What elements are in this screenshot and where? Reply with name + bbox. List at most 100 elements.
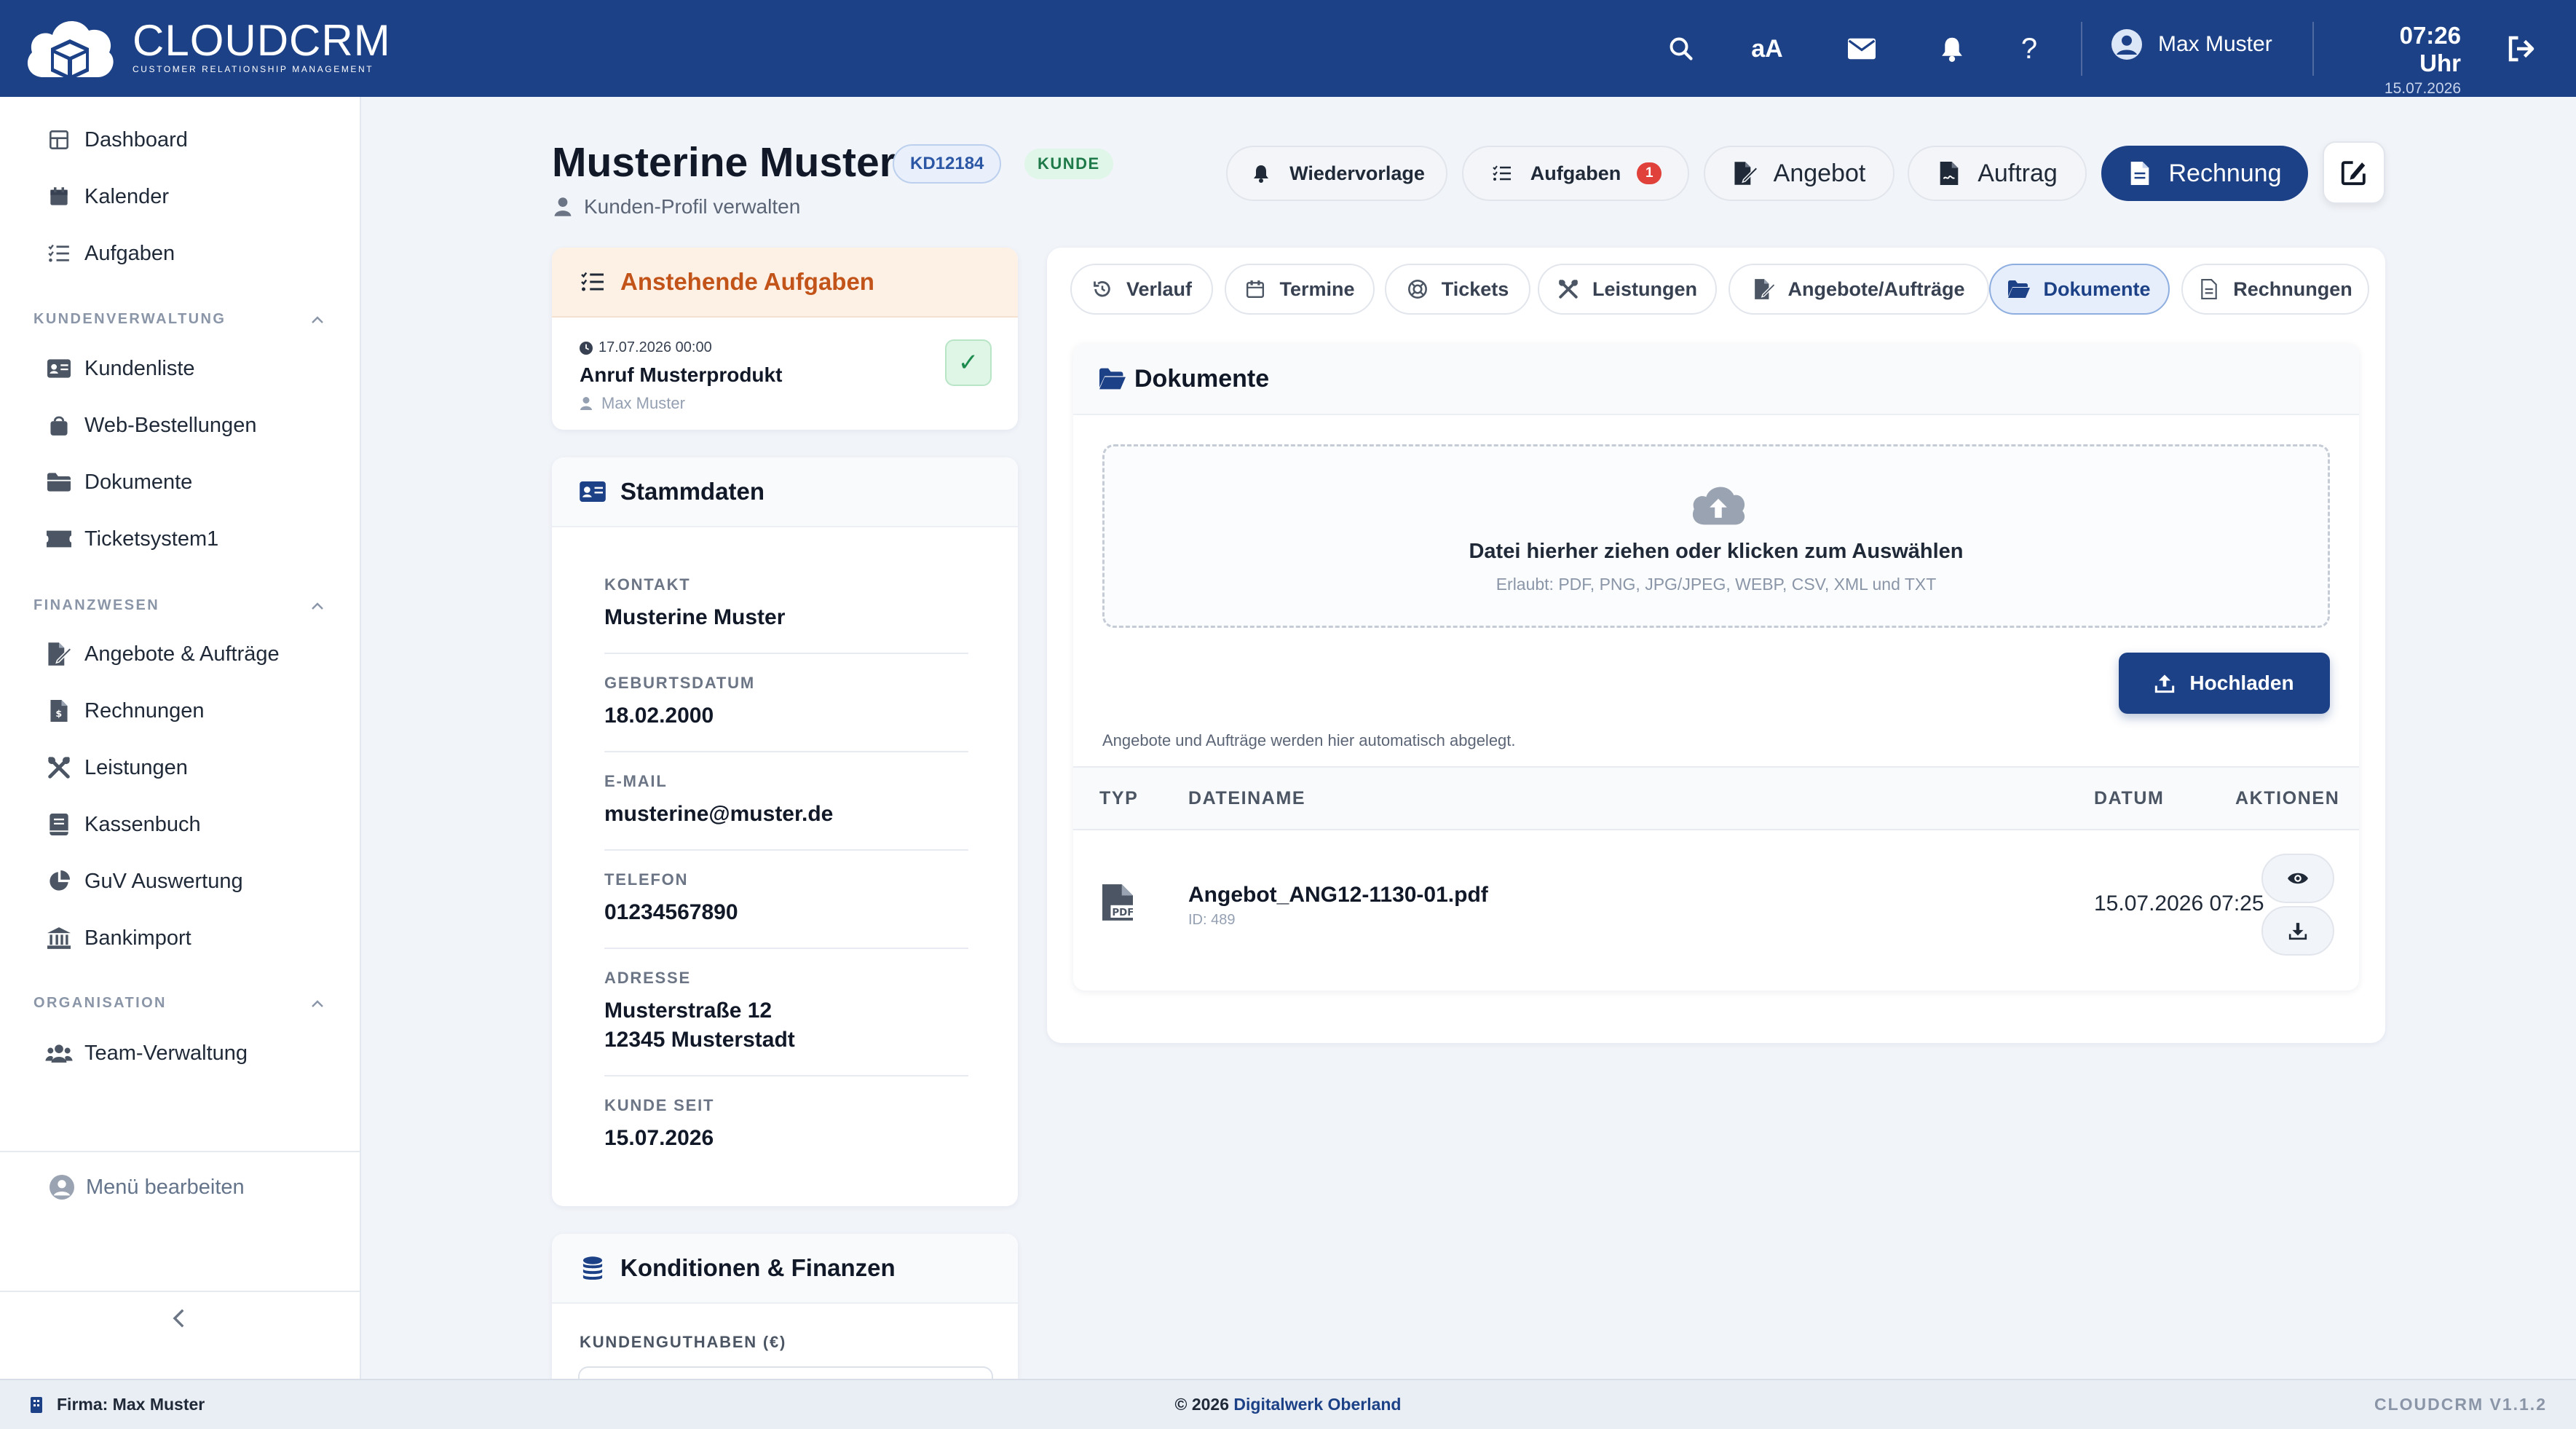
logo[interactable]: CLOUDCRM CUSTOMER RELATIONSHIP MANAGEMEN…: [22, 10, 391, 83]
file-date: 15.07.2026 07:25: [2094, 891, 2264, 916]
upload-icon: [2155, 674, 2175, 693]
sidebar-item-kassenbuch[interactable]: Kassenbuch: [45, 803, 201, 846]
shopping-bag-icon: [50, 416, 68, 436]
card-title: Dokumente: [1134, 364, 1270, 393]
pie-chart-icon: [50, 870, 70, 891]
field-label: KONTAKT: [604, 575, 691, 594]
font-size-button[interactable]: aA: [1746, 28, 1788, 70]
aufgaben-button[interactable]: Aufgaben 1: [1462, 146, 1689, 201]
download-document-button[interactable]: [2261, 906, 2334, 956]
sidebar-item-guv-auswertung[interactable]: GuV Auswertung: [45, 859, 243, 903]
footer: Firma: Max Muster © 2026 Digitalwerk Obe…: [0, 1379, 2576, 1429]
sidebar-item-aufgaben[interactable]: Aufgaben: [45, 232, 175, 275]
card-title: Anstehende Aufgaben: [620, 268, 874, 295]
sidebar-item-label: Kassenbuch: [84, 812, 201, 836]
tab-tickets[interactable]: Tickets: [1385, 264, 1530, 315]
sidebar-section-kundenverwaltung[interactable]: KUNDENVERWALTUNG: [33, 311, 325, 328]
sidebar-item-label: Rechnungen: [84, 698, 205, 723]
company-link[interactable]: Digitalwerk Oberland: [1233, 1395, 1401, 1414]
svg-text:PDF: PDF: [1112, 908, 1133, 918]
user-icon: [554, 197, 572, 216]
sidebar-item-dokumente[interactable]: Dokumente: [45, 460, 192, 504]
book-icon: [50, 814, 68, 835]
support-icon: [1407, 280, 1427, 299]
tab-dokumente[interactable]: Dokumente: [1989, 264, 2170, 315]
task-item[interactable]: 17.07.2026 00:00 Anruf Musterprodukt Max…: [580, 339, 782, 413]
notifications-button[interactable]: [1931, 28, 1973, 70]
users-icon: [45, 1044, 73, 1063]
column-header-date[interactable]: DATUM: [2094, 788, 2164, 809]
task-owner: Max Muster: [601, 394, 685, 412]
menu-edit-button[interactable]: Menü bearbeiten: [50, 1175, 245, 1200]
task-complete-button[interactable]: ✓: [945, 339, 992, 386]
angebot-button[interactable]: Angebot: [1704, 146, 1895, 201]
field-value: 15.07.2026: [604, 1126, 714, 1150]
sidebar-item-kundenliste[interactable]: Kundenliste: [45, 347, 195, 390]
id-card-icon: [47, 359, 71, 378]
sidebar-item-web-bestellungen[interactable]: Web-Bestellungen: [45, 403, 256, 447]
field-label: E-MAIL: [604, 772, 668, 790]
field-value[interactable]: musterine@muster.de: [604, 800, 968, 829]
field-email: E-MAIL musterine@muster.de: [604, 772, 968, 829]
sidebar-item-label: Web-Bestellungen: [84, 413, 257, 437]
logout-button[interactable]: [2500, 28, 2543, 70]
file-signature-icon: [1754, 279, 1775, 299]
stammdaten-header: Stammdaten: [552, 457, 1018, 527]
sidebar-item-bankimport[interactable]: Bankimport: [45, 916, 191, 960]
sidebar-item-rechnungen[interactable]: $ Rechnungen: [45, 689, 204, 733]
clock: 07:26 Uhr 15.07.2026: [2356, 22, 2461, 98]
history-icon: [1094, 281, 1110, 297]
sidebar-item-team-verwaltung[interactable]: Team-Verwaltung: [45, 1031, 248, 1075]
sidebar-item-dashboard[interactable]: Dashboard: [45, 118, 188, 162]
tasks-icon: [581, 272, 604, 291]
search-button[interactable]: [1660, 28, 1702, 70]
field-kontakt: KONTAKT Musterine Muster: [604, 575, 968, 632]
bell-icon: [1254, 165, 1269, 183]
user-avatar-icon: [2111, 29, 2142, 60]
sidebar-collapse-button[interactable]: [167, 1306, 192, 1331]
card-title: Stammdaten: [620, 478, 765, 505]
sidebar-item-label: Kalender: [84, 184, 170, 208]
user-menu[interactable]: Max Muster: [2111, 29, 2272, 60]
edit-customer-button[interactable]: [2323, 141, 2385, 204]
file-dropzone[interactable]: Datei hierher ziehen oder klicken zum Au…: [1102, 444, 2330, 628]
column-header-name[interactable]: DATEINAME: [1188, 788, 1305, 809]
tab-leistungen[interactable]: Leistungen: [1538, 264, 1717, 315]
auftrag-button[interactable]: Auftrag: [1908, 146, 2087, 201]
tab-verlauf[interactable]: Verlauf: [1070, 264, 1213, 315]
sidebar-item-ticketsystem[interactable]: Ticketsystem1: [45, 517, 218, 561]
help-button[interactable]: ?: [2008, 28, 2050, 70]
upload-button[interactable]: Hochladen: [2119, 653, 2330, 714]
topbar-divider: [2081, 22, 2082, 76]
field-kunde-seit: KUNDE SEIT 15.07.2026: [604, 1096, 968, 1153]
wiedervorlage-button[interactable]: Wiedervorlage: [1226, 146, 1447, 201]
view-document-button[interactable]: [2261, 854, 2334, 903]
table-row[interactable]: PDF Angebot_ANG12-1130-01.pdf ID: 489 15…: [1073, 830, 2359, 973]
footer-copyright: © 2026 Digitalwerk Oberland: [0, 1395, 2576, 1414]
invoice-icon: [2201, 279, 2218, 299]
logo-name: CLOUDCRM: [133, 16, 391, 65]
calendar-icon: [1246, 280, 1265, 299]
dashboard-icon: [50, 130, 68, 149]
tab-label: Verlauf: [1126, 277, 1193, 300]
rechnung-button[interactable]: Rechnung: [2101, 146, 2308, 201]
column-header-type[interactable]: TYP: [1099, 788, 1138, 809]
customer-status-badge: KUNDE: [1024, 149, 1113, 179]
subtitle-text: Kunden-Profil verwalten: [584, 195, 801, 218]
button-label: Wiedervorlage: [1289, 162, 1425, 184]
file-name[interactable]: Angebot_ANG12-1130-01.pdf: [1188, 883, 1488, 908]
tab-angebote-auftraege[interactable]: Angebote/Aufträge: [1728, 264, 1989, 315]
field-value[interactable]: 01234567890: [604, 898, 968, 927]
messages-button[interactable]: [1841, 28, 1883, 70]
tab-termine[interactable]: Termine: [1225, 264, 1375, 315]
kundenguthaben-input[interactable]: [578, 1366, 993, 1379]
menu-edit-label: Menü bearbeiten: [86, 1175, 245, 1199]
sidebar-section-finanzwesen[interactable]: FINANZWESEN: [33, 597, 325, 614]
sidebar-item-angebote-auftraege[interactable]: Angebote & Aufträge: [45, 632, 280, 676]
tab-rechnungen[interactable]: Rechnungen: [2181, 264, 2369, 315]
button-label: Rechnung: [2168, 159, 2282, 187]
sidebar-item-kalender[interactable]: Kalender: [45, 175, 169, 219]
sidebar-section-organisation[interactable]: ORGANISATION: [33, 995, 325, 1012]
tab-label: Rechnungen: [2233, 277, 2352, 300]
sidebar-item-leistungen[interactable]: Leistungen: [45, 746, 188, 790]
